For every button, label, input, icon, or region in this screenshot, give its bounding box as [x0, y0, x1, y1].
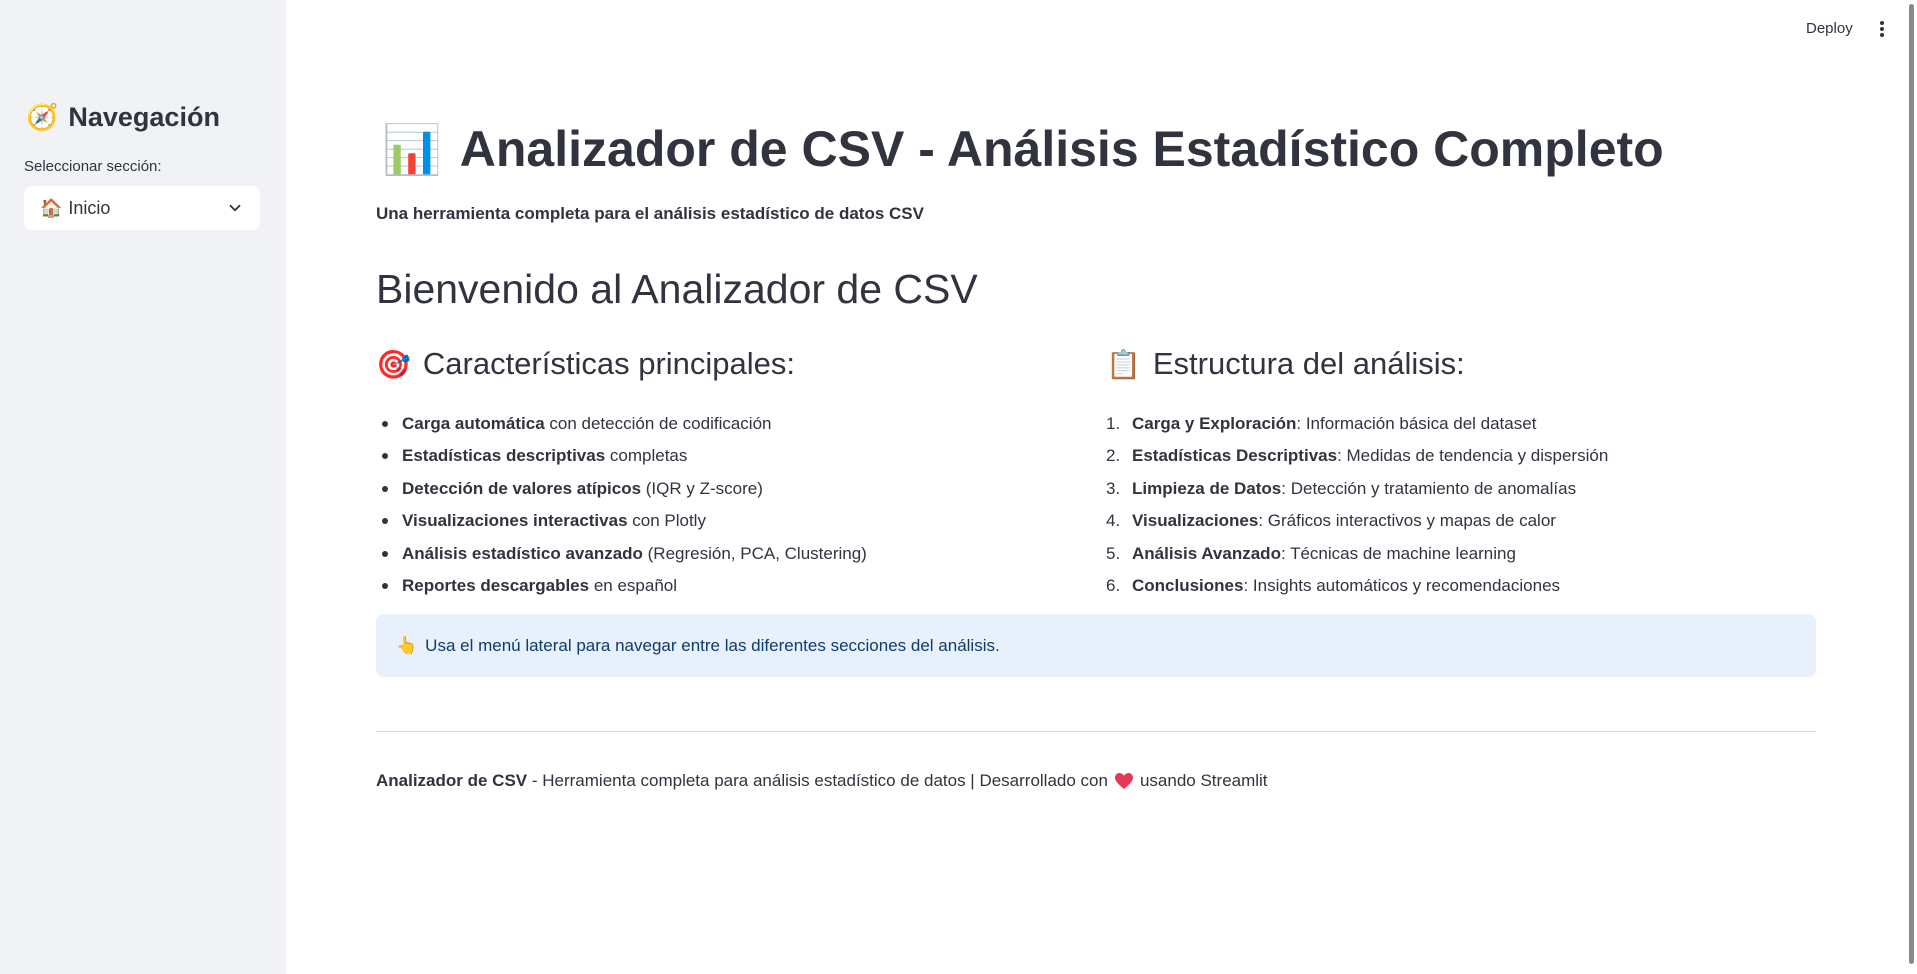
list-item: 6. Conclusiones: Insights automáticos y r…	[1106, 576, 1561, 596]
list-item: Visualizaciones interactivas con Plotly	[376, 505, 867, 537]
list-item: Reportes descargables en español	[376, 570, 867, 602]
features-heading-text: Características principales:	[422, 346, 796, 381]
chevron-down-icon	[229, 204, 241, 212]
sidebar-title-text: Navegación	[68, 102, 220, 132]
list-item: 1. Carga y Exploración: Información básic…	[1106, 414, 1537, 433]
footer-app-name: Analizador de CSV	[376, 771, 528, 790]
list-item: Análisis estadístico avanzado (Regresión…	[376, 538, 867, 570]
page-subtitle: Una herramienta completa para el análisi…	[376, 204, 924, 223]
welcome-heading: Bienvenido al Analizador de CSV	[376, 266, 978, 312]
list-item: Estadísticas descriptivas completas	[376, 440, 867, 472]
list-item: Detección de valores atípicos (IQR y Z-s…	[376, 473, 867, 505]
features-list: Carga automática con detección de codifi…	[376, 408, 867, 602]
footer-text-after: usando Streamlit	[1139, 771, 1268, 790]
structure-heading: 📋 Estructura del análisis:	[1106, 342, 1806, 386]
page-title-text: Analizador de CSV - Análisis Estadístico…	[459, 121, 1664, 177]
clipboard-icon: 📋	[1106, 348, 1141, 380]
structure-column: 📋 Estructura del análisis: 1. Carga y Exp…	[1106, 342, 1806, 595]
structure-list: 1. Carga y Exploración: Información básic…	[1106, 408, 1608, 602]
structure-heading-text: Estructura del análisis:	[1152, 346, 1465, 381]
footer: Analizador de CSV - Herramienta completa…	[376, 771, 1268, 791]
list-item: Carga automática con detección de codifi…	[376, 408, 867, 440]
pointing-up-icon: 👆	[396, 635, 418, 655]
section-select-text: Inicio	[68, 197, 111, 218]
section-select[interactable]: 🏠 Inicio	[24, 186, 260, 230]
info-alert-text: Usa el menú lateral para navegar entre l…	[425, 635, 1000, 655]
divider	[376, 731, 1816, 732]
deploy-button[interactable]: Deploy	[1806, 20, 1853, 37]
section-select-label: Seleccionar sección:	[24, 158, 162, 175]
footer-text-before: - Herramienta completa para análisis est…	[527, 771, 1108, 790]
section-select-value: 🏠 Inicio	[40, 198, 226, 219]
heart-icon	[1114, 773, 1133, 789]
scrollbar-thumb[interactable]	[1909, 4, 1914, 964]
target-icon: 🎯	[376, 348, 411, 380]
bar-chart-icon: 📊	[382, 123, 442, 177]
list-item: 3. Limpieza de Datos: Detección y tratami…	[1106, 478, 1577, 498]
features-column: 🎯 Características principales: Carga aut…	[376, 342, 1076, 595]
list-item: 4. Visualizaciones: Gráficos interactivos…	[1106, 511, 1556, 531]
more-vertical-icon[interactable]	[1874, 18, 1890, 40]
compass-icon: 🧭	[26, 102, 59, 132]
house-icon: 🏠	[40, 197, 63, 218]
list-item: 2. Estadísticas Descriptivas: Medidas de …	[1106, 446, 1609, 466]
info-alert: 👆 Usa el menú lateral para navegar entre…	[376, 614, 1816, 677]
page-title: 📊 Analizador de CSV - Análisis Estadísti…	[382, 120, 1664, 178]
features-heading: 🎯 Características principales:	[376, 342, 1076, 386]
sidebar: 🧭 Navegación Seleccionar sección: 🏠 Inic…	[0, 0, 286, 974]
sidebar-title: 🧭 Navegación	[26, 102, 220, 133]
list-item: 5. Análisis Avanzado: Técnicas de machine…	[1106, 543, 1516, 563]
scrollbar[interactable]	[1906, 0, 1917, 974]
